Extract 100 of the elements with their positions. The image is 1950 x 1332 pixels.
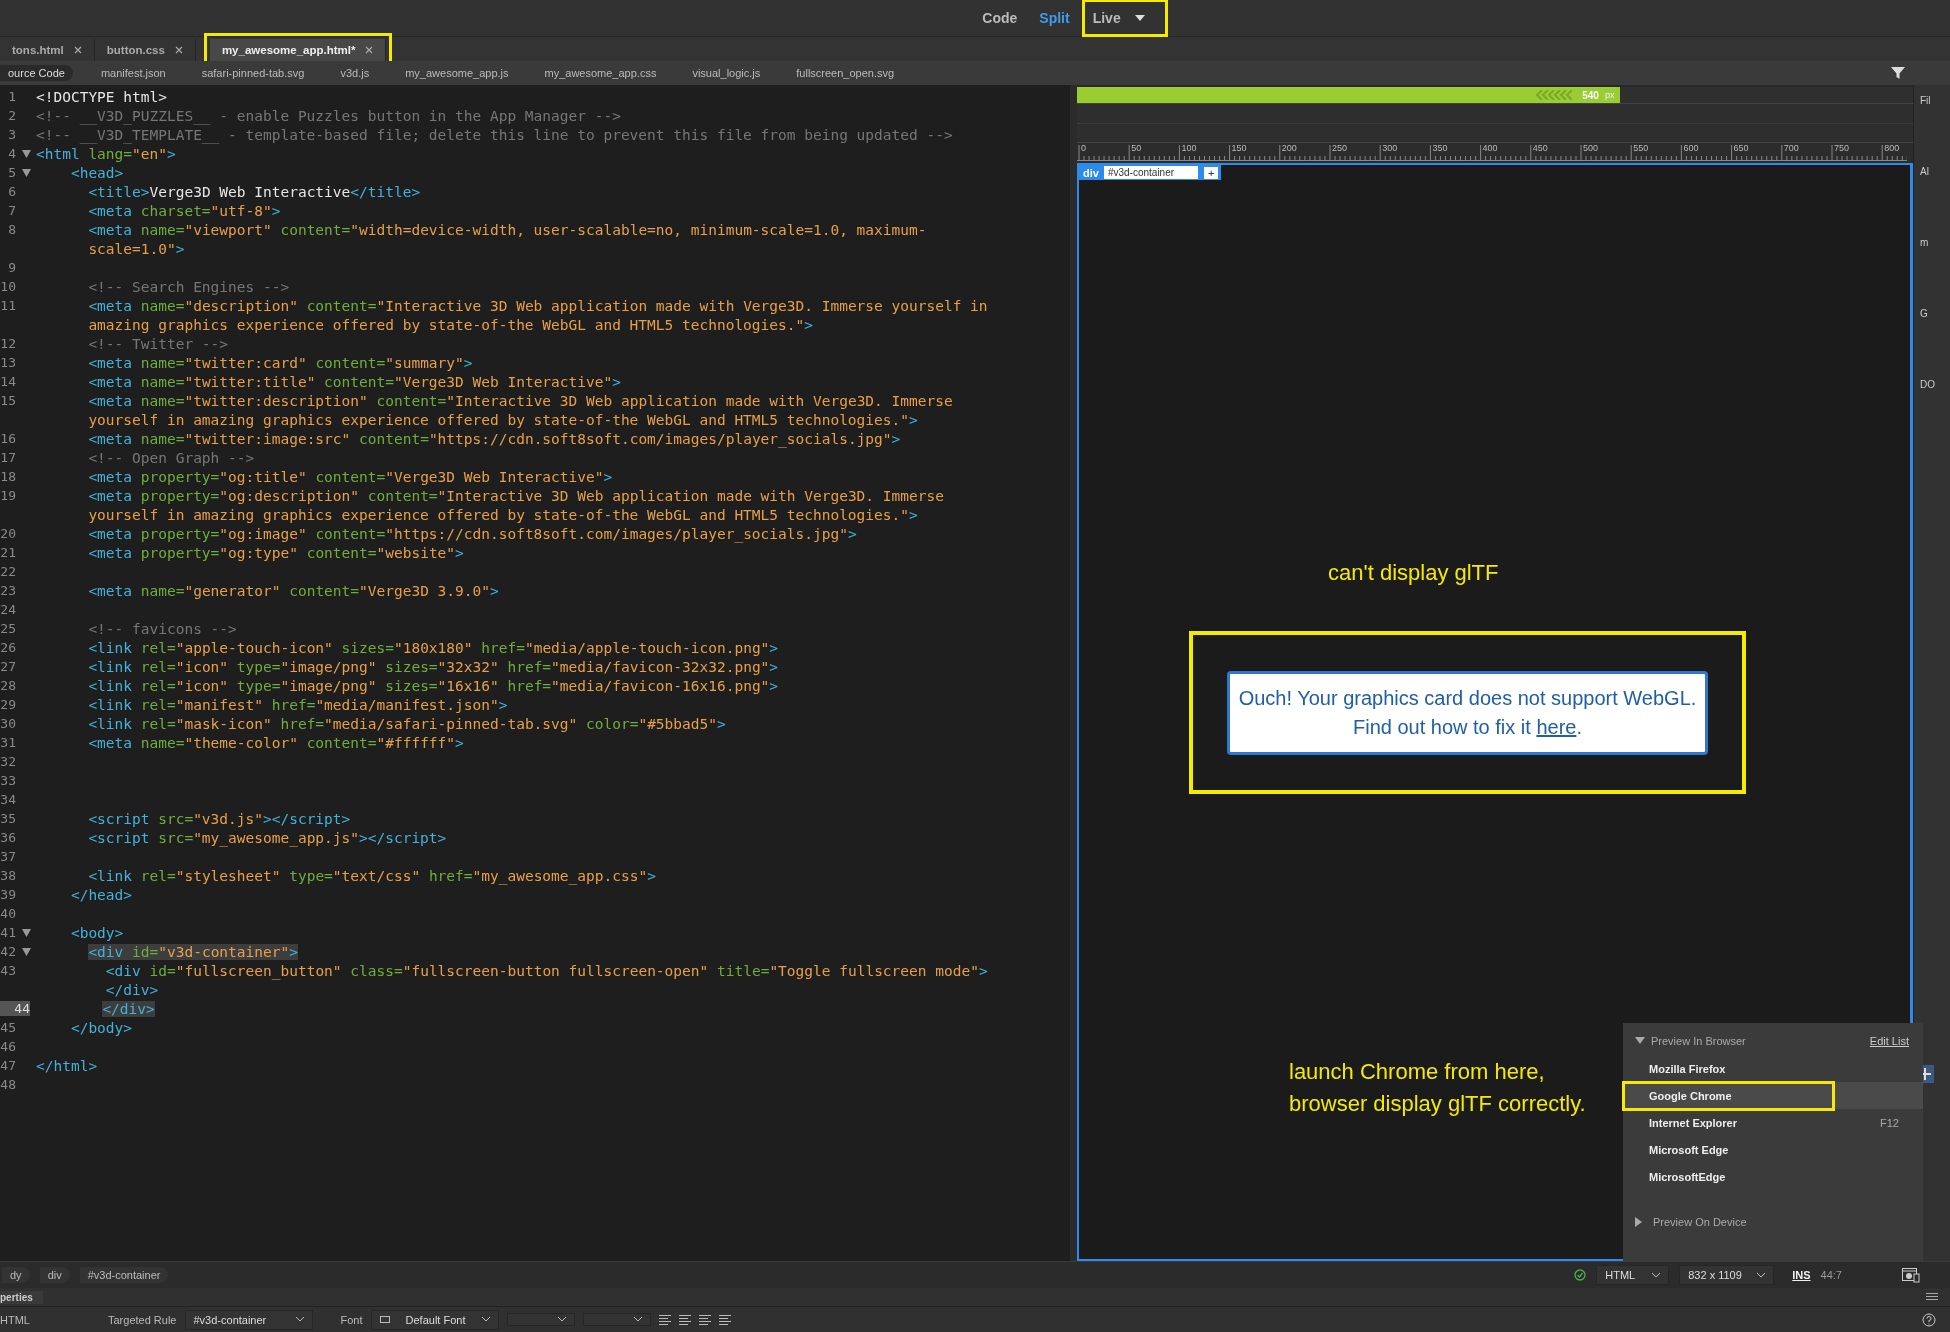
- code-line: <!-- Twitter -->: [87, 335, 229, 352]
- close-icon[interactable]: [73, 46, 82, 54]
- chevron-icon: [295, 1317, 304, 1322]
- preview-icon[interactable]: [1902, 1267, 1920, 1283]
- ruler-label: 750: [1834, 143, 1850, 153]
- ruler-label: 200: [1281, 143, 1297, 153]
- browser-item[interactable]: Mozilla Firefox: [1623, 1055, 1923, 1082]
- line-number: 47: [0, 1058, 16, 1073]
- panel-label[interactable]: Fil: [1920, 95, 1950, 106]
- related-file[interactable]: fullscreen_open.svg: [788, 65, 903, 81]
- ruler-label: 100: [1181, 143, 1197, 153]
- fold-icon[interactable]: [21, 928, 31, 937]
- code-line: <head>: [69, 164, 124, 181]
- fold-icon[interactable]: [21, 168, 31, 177]
- panel-label[interactable]: DO: [1920, 379, 1950, 390]
- related-file[interactable]: my_awesome_app.js: [397, 65, 517, 81]
- line-number: 33: [0, 773, 16, 788]
- line-number: 20: [0, 526, 16, 541]
- line-number: 48: [0, 1077, 16, 1092]
- annotation-text: launch Chrome from here, browser display glTF correctly.: [1289, 1058, 1586, 1118]
- menu-heading[interactable]: Preview On Device: [1653, 1216, 1747, 1228]
- filter-icon[interactable]: [1891, 66, 1905, 80]
- rule-dropdown[interactable]: #v3d-container: [184, 1309, 313, 1330]
- close-icon[interactable]: [365, 46, 374, 54]
- code-line: <link rel="icon" type="image/png" sizes="32x32" href="media/favicon-32x32.png">: [87, 658, 779, 675]
- code-line: <html lang="en">: [36, 145, 176, 162]
- add-button[interactable]: +: [1203, 166, 1219, 179]
- view-tab[interactable]: Split: [1029, 0, 1080, 37]
- chevron-icon: [557, 1317, 566, 1322]
- tag-crumb[interactable]: div: [39, 1267, 70, 1283]
- align-icon[interactable]: [678, 1314, 691, 1325]
- related-file[interactable]: ource Code: [0, 65, 73, 81]
- code-line: amazing graphics experience offered by state-of-the WebGL and HTML5 technologies.">: [87, 316, 813, 333]
- tag-crumb[interactable]: dy: [2, 1267, 30, 1283]
- code-line: <meta name="viewport" content="width=device-width, user-scalable=no, minimum-scale=1.0, maximum-: [87, 221, 927, 238]
- edit-list-link[interactable]: Edit List: [1869, 1035, 1909, 1047]
- line-number: 13: [0, 355, 16, 370]
- align-icon[interactable]: [718, 1314, 731, 1325]
- doc-type-dropdown[interactable]: HTML: [1596, 1265, 1670, 1285]
- line-number: 26: [0, 640, 16, 655]
- font-dropdown[interactable]: Default Font: [370, 1309, 499, 1330]
- line-number: 34: [0, 792, 16, 807]
- size-dropdown[interactable]: 832 x 1109: [1679, 1265, 1775, 1285]
- line-number: 30: [0, 716, 16, 731]
- fold-icon[interactable]: [21, 947, 31, 956]
- expand-icon[interactable]: [1635, 1037, 1645, 1045]
- view-tab[interactable]: Code: [972, 0, 1028, 37]
- related-file[interactable]: visual_logic.js: [684, 65, 769, 81]
- code-editor[interactable]: [0, 85, 1070, 1261]
- align-icon[interactable]: [658, 1314, 671, 1325]
- message-text: Find out how to fix it here.: [1353, 715, 1582, 739]
- properties-tab[interactable]: perties: [0, 1290, 43, 1304]
- browser-item[interactable]: Internet Explorer F12: [1623, 1109, 1923, 1136]
- related-file[interactable]: safari-pinned-tab.svg: [193, 65, 313, 81]
- code-line: <!DOCTYPE html>: [36, 88, 167, 105]
- code-line: <!-- Open Graph -->: [87, 449, 255, 466]
- field-label: Targeted Rule: [108, 1313, 177, 1326]
- tag-crumb[interactable]: #v3d-container: [79, 1267, 169, 1283]
- expand-icon[interactable]: [1635, 1217, 1643, 1227]
- fold-icon[interactable]: [21, 149, 31, 158]
- related-file[interactable]: my_awesome_app.css: [536, 65, 665, 81]
- ruler-label: 150: [1231, 143, 1247, 153]
- ruler-label: 700: [1783, 143, 1799, 153]
- line-number: 45: [0, 1020, 16, 1035]
- line-number: 5: [7, 165, 16, 180]
- related-file[interactable]: v3d.js: [332, 65, 378, 81]
- close-icon[interactable]: [174, 46, 183, 54]
- code-line: <div id="v3d-container">: [87, 943, 298, 960]
- ruler-label: 350: [1432, 143, 1448, 153]
- panel-label[interactable]: m: [1920, 237, 1950, 248]
- code-line: <meta name="description" content="Interactive 3D Web application made with Verge3D. Immerse yourself in: [87, 297, 988, 314]
- menu-icon[interactable]: [1926, 1293, 1938, 1301]
- align-icon[interactable]: [698, 1314, 711, 1325]
- selector-field[interactable]: #v3d-container: [1103, 166, 1198, 179]
- cursor-position: 44:7: [1820, 1269, 1842, 1281]
- code-line: <meta name="theme-color" content="#ffffff">: [87, 734, 464, 751]
- code-line: <script src="my_awesome_app.js"></script>: [87, 829, 447, 846]
- help-link[interactable]: here: [1536, 715, 1577, 738]
- panel-label[interactable]: G: [1920, 308, 1950, 319]
- code-line: <meta name="twitter:title" content="Verge3D Web Interactive">: [87, 373, 621, 390]
- panel-label[interactable]: Al: [1920, 166, 1950, 177]
- code-line: </div>: [104, 981, 159, 998]
- browser-item[interactable]: Google Chrome: [1623, 1082, 1923, 1109]
- line-number: 7: [7, 203, 16, 218]
- browser-item[interactable]: MicrosoftEdge: [1623, 1163, 1923, 1190]
- line-number: 12: [0, 336, 16, 351]
- line-number: 4: [7, 146, 16, 161]
- code-line: <title>Verge3D Web Interactive</title>: [87, 183, 421, 200]
- insert-mode[interactable]: INS: [1792, 1269, 1811, 1281]
- line-number: 43: [0, 963, 16, 978]
- browser-item[interactable]: Microsoft Edge: [1623, 1136, 1923, 1163]
- line-number: 25: [0, 621, 16, 636]
- html-mode[interactable]: HTML: [0, 1313, 100, 1326]
- related-file[interactable]: manifest.json: [92, 65, 174, 81]
- code-line: <meta name="twitter:description" content="Interactive 3D Web application made with Verge3D. Immerse: [87, 392, 953, 409]
- help-icon[interactable]: [1922, 1312, 1936, 1327]
- width-value: 540: [1582, 89, 1599, 101]
- code-line: <link rel="icon" type="image/png" sizes="16x16" href="media/favicon-16x16.png">: [87, 677, 779, 694]
- line-number: 21: [0, 545, 16, 560]
- line-number: 39: [0, 887, 16, 902]
